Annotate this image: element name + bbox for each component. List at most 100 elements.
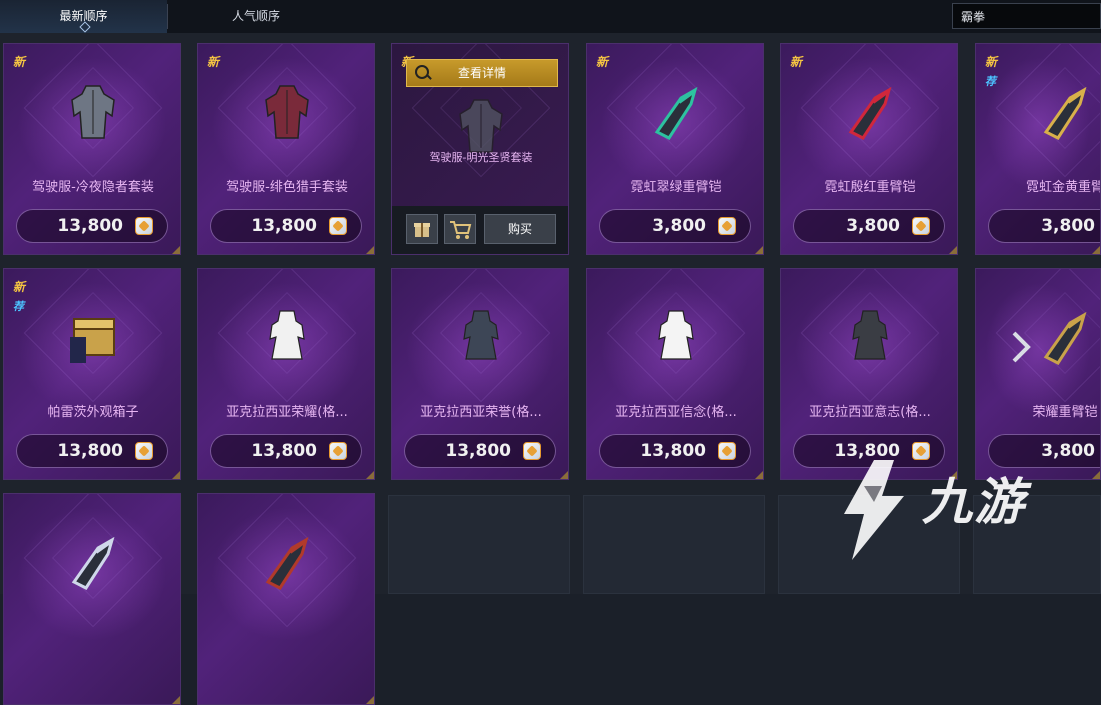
item-card[interactable] [197,493,375,705]
price-tag: 13,800 [16,209,168,243]
search-icon [415,65,429,79]
item-name: 驾驶服-绯色猎手套装 [226,180,348,195]
item-name: 霓虹殷红重臂铠 [824,180,916,195]
card-corner-ornament [949,246,957,254]
item-card-hovered[interactable]: 新 查看详情驾驶服-明光圣贤套装 购买 [391,43,569,255]
price-tag: 13,800 [210,434,362,468]
item-card[interactable]: 荣耀重臂铠 3,800 [975,268,1101,480]
search-input[interactable]: 霸拳 [952,3,1101,29]
card-corner-ornament [1092,471,1100,479]
recommended-badge: 荐 [985,75,996,88]
currency-coin-icon [912,217,930,235]
item-name: 驾驶服-冷夜隐者套装 [32,180,154,195]
price-value: 13,800 [251,216,317,236]
top-bar: 最新顺序 人气顺序 霸拳 [0,0,1101,35]
armor-suit-icon [265,85,309,139]
claw-gauntlet-icon [265,536,309,590]
recommended-badge: 荐 [13,300,24,313]
armor-suit-icon [71,85,115,139]
price-value: 3,800 [846,216,900,236]
new-badge: 新 [596,55,609,69]
currency-coin-icon [135,217,153,235]
item-card[interactable]: 亚克拉西亚信念(格... 13,800 [586,268,764,480]
card-corner-ornament [1092,246,1100,254]
new-badge: 新 [985,55,998,69]
card-corner-ornament [755,246,763,254]
price-tag: 3,800 [988,209,1100,243]
item-name: 荣耀重臂铠 [1032,405,1098,420]
price-tag: 3,800 [599,209,751,243]
card-corner-ornament [172,696,180,704]
dress-icon [852,310,888,360]
item-card[interactable]: 新 霓虹翠绿重臂铠 3,800 [586,43,764,255]
item-name: 亚克拉西亚荣耀(格... [226,405,348,420]
watermark: 九游 [834,456,1074,576]
claw-gauntlet-icon [71,536,115,590]
card-corner-ornament [755,471,763,479]
currency-coin-icon [718,217,736,235]
item-name: 霓虹金黄重臂 [1025,180,1101,195]
gauntlet-icon [1043,86,1087,140]
new-badge: 新 [207,55,220,69]
card-corner-ornament [366,246,374,254]
price-value: 3,800 [1041,216,1095,236]
price-value: 3,800 [652,216,706,236]
chevron-right-icon[interactable] [1006,327,1034,367]
item-card[interactable]: 亚克拉西亚荣誉(格... 13,800 [391,268,569,480]
watermark-text: 九游 [922,473,1026,531]
search-value: 霸拳 [961,10,986,24]
currency-coin-icon [523,442,541,460]
buy-button[interactable]: 购买 [484,214,556,244]
price-value: 13,800 [57,216,123,236]
gauntlet-icon [848,86,892,140]
currency-coin-icon [718,442,736,460]
dress-icon [463,310,499,360]
price-value: 13,800 [251,441,317,461]
item-card[interactable]: 亚克拉西亚荣耀(格... 13,800 [197,268,375,480]
empty-slot [388,495,570,594]
active-tab-indicator-icon [78,21,91,33]
price-value: 13,800 [57,441,123,461]
card-corner-ornament [172,246,180,254]
item-card[interactable]: 新 驾驶服-绯色猎手套装 13,800 [197,43,375,255]
gift-button[interactable] [406,214,438,244]
item-card[interactable]: 亚克拉西亚意志(格... 13,800 [780,268,958,480]
item-card[interactable]: 新 驾驶服-冷夜隐者套装 13,800 [3,43,181,255]
view-details-button[interactable]: 查看详情 [406,59,558,87]
gift-icon [414,223,430,237]
currency-coin-icon [329,442,347,460]
item-name: 亚克拉西亚信念(格... [615,405,737,420]
price-value: 13,800 [445,441,511,461]
card-corner-ornament [366,471,374,479]
item-card[interactable]: 新 霓虹殷红重臂铠 3,800 [780,43,958,255]
dress-icon [658,310,694,360]
item-name: 亚克拉西亚意志(格... [809,405,931,420]
chest-icon [70,318,115,363]
currency-coin-icon [135,442,153,460]
price-tag: 13,800 [210,209,362,243]
new-badge: 新 [13,280,26,294]
item-card[interactable]: 新荐 帕雷茨外观箱子 13,800 [3,268,181,480]
new-badge: 新 [790,55,803,69]
tab-popular-label: 人气顺序 [231,9,280,23]
cart-button[interactable] [444,214,476,244]
card-corner-ornament [172,471,180,479]
tab-popular[interactable]: 人气顺序 [168,0,344,33]
dress-icon [269,310,305,360]
item-name: 霓虹翠绿重臂铠 [630,180,722,195]
item-card[interactable] [3,493,181,705]
buy-label: 购买 [507,222,532,236]
view-details-label: 查看详情 [457,66,506,80]
card-corner-ornament [560,471,568,479]
jiuyou-logo-icon [844,460,904,560]
price-tag: 13,800 [599,434,751,468]
gauntlet-icon [1043,311,1087,365]
tab-newest[interactable]: 最新顺序 [0,0,167,35]
item-name: 帕雷茨外观箱子 [47,405,139,420]
item-name: 驾驶服-明光圣贤套装 [429,151,533,164]
currency-coin-icon [329,217,347,235]
item-card[interactable]: 新荐 霓虹金黄重臂 3,800 [975,43,1101,255]
price-tag: 13,800 [404,434,556,468]
hover-action-bar: 购买 [392,206,568,254]
card-corner-ornament [366,696,374,704]
